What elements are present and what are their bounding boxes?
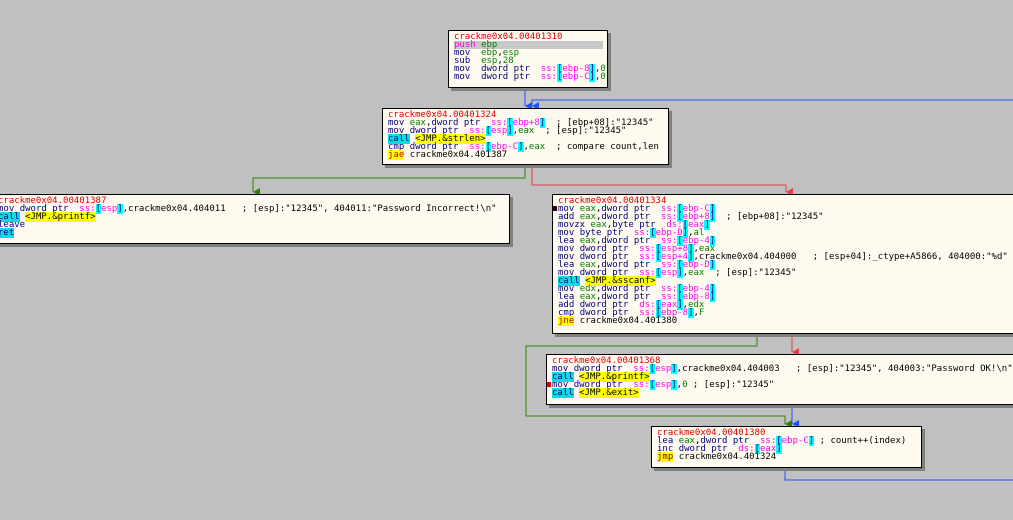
- immediate: 0: [600, 72, 606, 82]
- mnemonic: mov: [454, 72, 482, 82]
- memory-operand: ebp-C: [562, 72, 590, 82]
- edge-loop-back-1380-to-1324: [784, 468, 1013, 481]
- instruction-line[interactable]: jmp crackme0x04.401324: [657, 452, 917, 462]
- mnemonic-call: ret: [0, 228, 15, 238]
- edge-jae-true-to-1387: [252, 165, 526, 196]
- breakpoint-marker-icon[interactable]: [553, 206, 557, 211]
- edge-loop-back-entry: [531, 99, 1013, 110]
- call-target: <JMP.&exit>: [579, 388, 639, 398]
- size-keyword: dword ptr: [481, 72, 541, 82]
- edge-jae-false-to-1334: [531, 165, 793, 196]
- mnemonic-jump: jmp: [657, 452, 674, 462]
- address-operand: crackme0x04.401380: [579, 316, 678, 326]
- mnemonic-call: call: [552, 388, 574, 398]
- instruction-line[interactable]: jne crackme0x04.401380: [558, 316, 1013, 326]
- instruction-line[interactable]: mov dword ptr ss:[ebp-C],0: [454, 72, 606, 82]
- code-block-00401324[interactable]: crackme0x04.00401324 mov eax,dword ptr ss…: [382, 108, 669, 165]
- instruction-line[interactable]: jae crackme0x04.401387: [388, 150, 664, 160]
- instruction-line[interactable]: ret: [0, 228, 505, 238]
- address-operand: crackme0x04.401324: [678, 452, 777, 462]
- breakpoint-marker-icon[interactable]: [547, 382, 551, 387]
- mnemonic-conditional-jump: jne: [558, 316, 575, 326]
- instruction-line[interactable]: call <JMP.&printf>: [0, 212, 505, 222]
- code-block-00401368[interactable]: crackme0x04.00401368 mov dword ptr ss:[es…: [546, 354, 1013, 405]
- segment: ss:: [540, 72, 557, 82]
- code-block-00401334[interactable]: crackme0x04.00401334 mov eax,dword ptr ss…: [552, 194, 1013, 334]
- instruction-line[interactable]: leave: [0, 221, 505, 230]
- code-block-00401380[interactable]: crackme0x04.00401380 lea eax,dword ptr ss…: [651, 426, 922, 468]
- code-block-00401387[interactable]: crackme0x04.00401387 mov dword ptr ss:[es…: [0, 194, 510, 244]
- address-operand: crackme0x04.401387: [409, 150, 508, 160]
- mnemonic-conditional-jump: jae: [388, 150, 405, 160]
- code-block-00401310[interactable]: crackme0x04.00401310 push ebp mov ebp,esp s…: [448, 30, 608, 88]
- instruction-line[interactable]: call <JMP.&exit>: [552, 388, 1011, 398]
